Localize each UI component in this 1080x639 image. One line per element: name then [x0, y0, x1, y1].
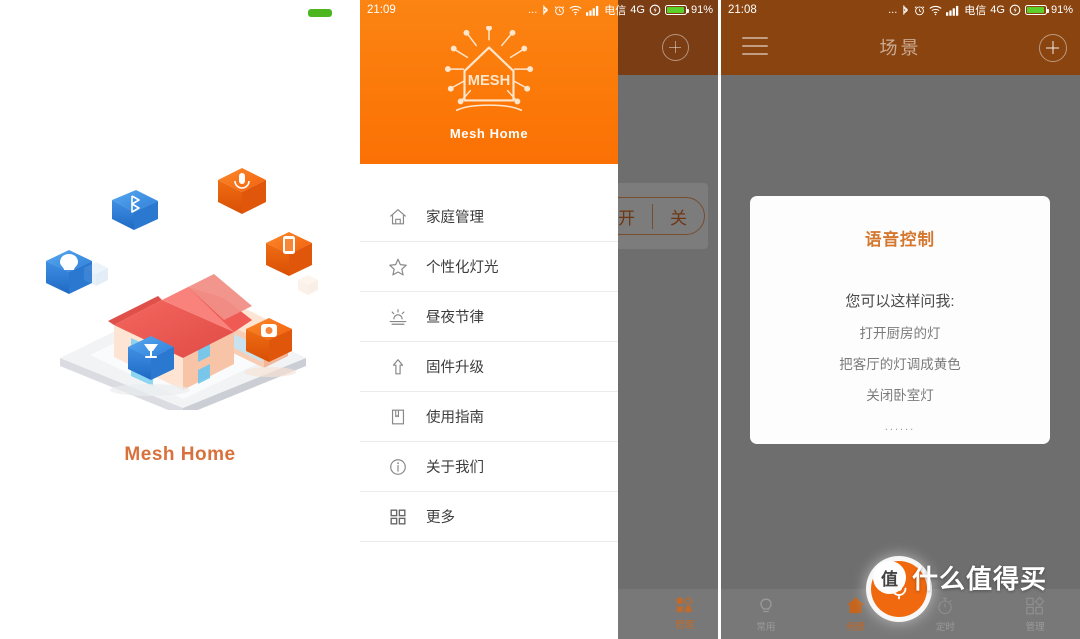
drawer-logo-name: Mesh Home	[449, 126, 529, 141]
signal-icon	[586, 5, 599, 16]
drawer-item-label: 昼夜节律	[426, 310, 484, 326]
alarm-icon	[914, 5, 925, 15]
smzdm-watermark: 值 什么值得买	[873, 559, 1047, 596]
dialog-title: 语音控制	[865, 231, 935, 249]
battery-icon	[1024, 5, 1049, 15]
mesh-home-logo-icon: MESH	[444, 26, 534, 112]
alarm-icon	[554, 5, 565, 15]
scene-screen-panel: 场景 语音控制 您可以这样问我: 打开厨房的灯 把客厅的灯调成黄色 关闭卧室灯 …	[721, 0, 1080, 639]
underlying-tab-manage-label: 管理	[674, 620, 694, 631]
vibrate-icon	[649, 4, 661, 16]
home-icon	[847, 597, 865, 614]
tab-label: 管理	[1025, 621, 1045, 633]
info-circle-icon	[386, 455, 410, 479]
bluetooth-icon	[543, 5, 549, 15]
watermark-text: 什么值得买	[912, 564, 1048, 594]
drawer-item-label: 更多	[426, 510, 455, 526]
more-dots-icon: ...	[888, 3, 898, 16]
network-label: 4G	[630, 4, 645, 16]
carrier-label: 电信	[604, 5, 627, 17]
dialog-example: 关闭卧室灯	[866, 388, 934, 403]
tab-common[interactable]: 常用	[721, 596, 811, 633]
navigation-drawer: MESH Mesh Home 家庭管理 个性化灯光 昼夜节律 固件升级 使用指南…	[360, 0, 618, 639]
drawer-item-label: 使用指南	[426, 410, 484, 426]
bluetooth-icon	[903, 5, 909, 15]
watermark-badge: 值	[873, 561, 906, 594]
underlying-tab-manage[interactable]: 管理	[675, 597, 694, 631]
book-icon	[386, 405, 410, 429]
drawer-item-more[interactable]: 更多	[360, 492, 618, 542]
network-label: 4G	[990, 4, 1005, 16]
home-icon	[386, 205, 410, 229]
more-dots-icon: ...	[528, 3, 538, 16]
drawer-screen-panel: 开 关 管理 MESH Mesh Home 家庭管理 个性化灯光 昼夜节律 固件…	[360, 0, 720, 639]
tab-manage[interactable]: 管理	[990, 595, 1080, 633]
status-time: 21:09	[367, 4, 396, 16]
page-title: 场景	[879, 38, 922, 58]
dialog-subtitle: 您可以这样问我:	[845, 293, 955, 310]
splash-app-name: Mesh Home	[124, 444, 236, 465]
tab-label: 常用	[756, 621, 776, 633]
dialog-ellipsis: ......	[884, 421, 916, 433]
drawer-header: MESH Mesh Home	[360, 0, 618, 164]
status-bar-drawer: 21:09 ... 电信 4G 91%	[360, 0, 720, 20]
plus-circle-icon[interactable]	[1039, 34, 1067, 62]
grid-icon	[386, 505, 410, 529]
drawer-item-label: 个性化灯光	[426, 260, 499, 276]
grid-icon	[1026, 595, 1045, 614]
status-bar-scene: 21:08 ... 电信 4G 91%	[721, 0, 1080, 20]
wifi-icon	[569, 5, 582, 15]
scene-tabbar: 常用 场景 定时 管理	[721, 561, 1080, 639]
screenshot-stage: Mesh Home 开 关 管理 MESH Mesh Home 家庭管理 个性化…	[0, 0, 1080, 639]
battery-percent: 91%	[690, 4, 713, 16]
drawer-item-circadian-rhythm[interactable]: 昼夜节律	[360, 292, 618, 342]
drawer-item-label: 固件升级	[426, 360, 484, 376]
timer-icon	[938, 597, 953, 614]
drawer-item-label: 家庭管理	[426, 210, 484, 226]
status-time: 21:08	[728, 4, 757, 16]
drawer-item-label: 关于我们	[426, 460, 484, 476]
drawer-item-firmware-upgrade[interactable]: 固件升级	[360, 342, 618, 392]
sunrise-icon	[386, 305, 410, 329]
drawer-menu-list: 家庭管理 个性化灯光 昼夜节律 固件升级 使用指南 关于我们 更多	[360, 192, 618, 542]
underlying-add-button[interactable]	[662, 34, 689, 61]
dialog-example: 打开厨房的灯	[859, 326, 941, 341]
drawer-logo: MESH Mesh Home	[360, 26, 618, 141]
grid-icon	[676, 597, 693, 613]
drawer-item-user-guide[interactable]: 使用指南	[360, 392, 618, 442]
logo-mesh-text: MESH	[468, 73, 510, 89]
green-battery-indicator	[308, 9, 332, 17]
isometric-smart-home-illustration	[46, 168, 318, 410]
drawer-item-home-management[interactable]: 家庭管理	[360, 192, 618, 242]
tab-label: 场景	[846, 622, 866, 633]
vibrate-icon	[1009, 4, 1021, 16]
battery-icon	[664, 5, 689, 15]
bulb-icon	[760, 598, 772, 612]
battery-percent: 91%	[1050, 4, 1073, 16]
drawer-item-personalized-lighting[interactable]: 个性化灯光	[360, 242, 618, 292]
signal-icon	[946, 5, 959, 16]
carrier-label: 电信	[964, 5, 987, 17]
voice-control-dialog: 语音控制 您可以这样问我: 打开厨房的灯 把客厅的灯调成黄色 关闭卧室灯 ...…	[750, 196, 1050, 444]
wifi-icon	[929, 5, 942, 15]
panel-separator	[718, 0, 721, 639]
drawer-item-about-us[interactable]: 关于我们	[360, 442, 618, 492]
tab-label: 定时	[935, 621, 955, 633]
toggle-off-label[interactable]: 关	[653, 204, 704, 229]
upload-arrow-icon	[386, 355, 410, 379]
star-icon	[386, 255, 410, 279]
splash-screen-panel: Mesh Home	[0, 0, 360, 639]
dialog-example: 把客厅的灯调成黄色	[839, 357, 961, 372]
